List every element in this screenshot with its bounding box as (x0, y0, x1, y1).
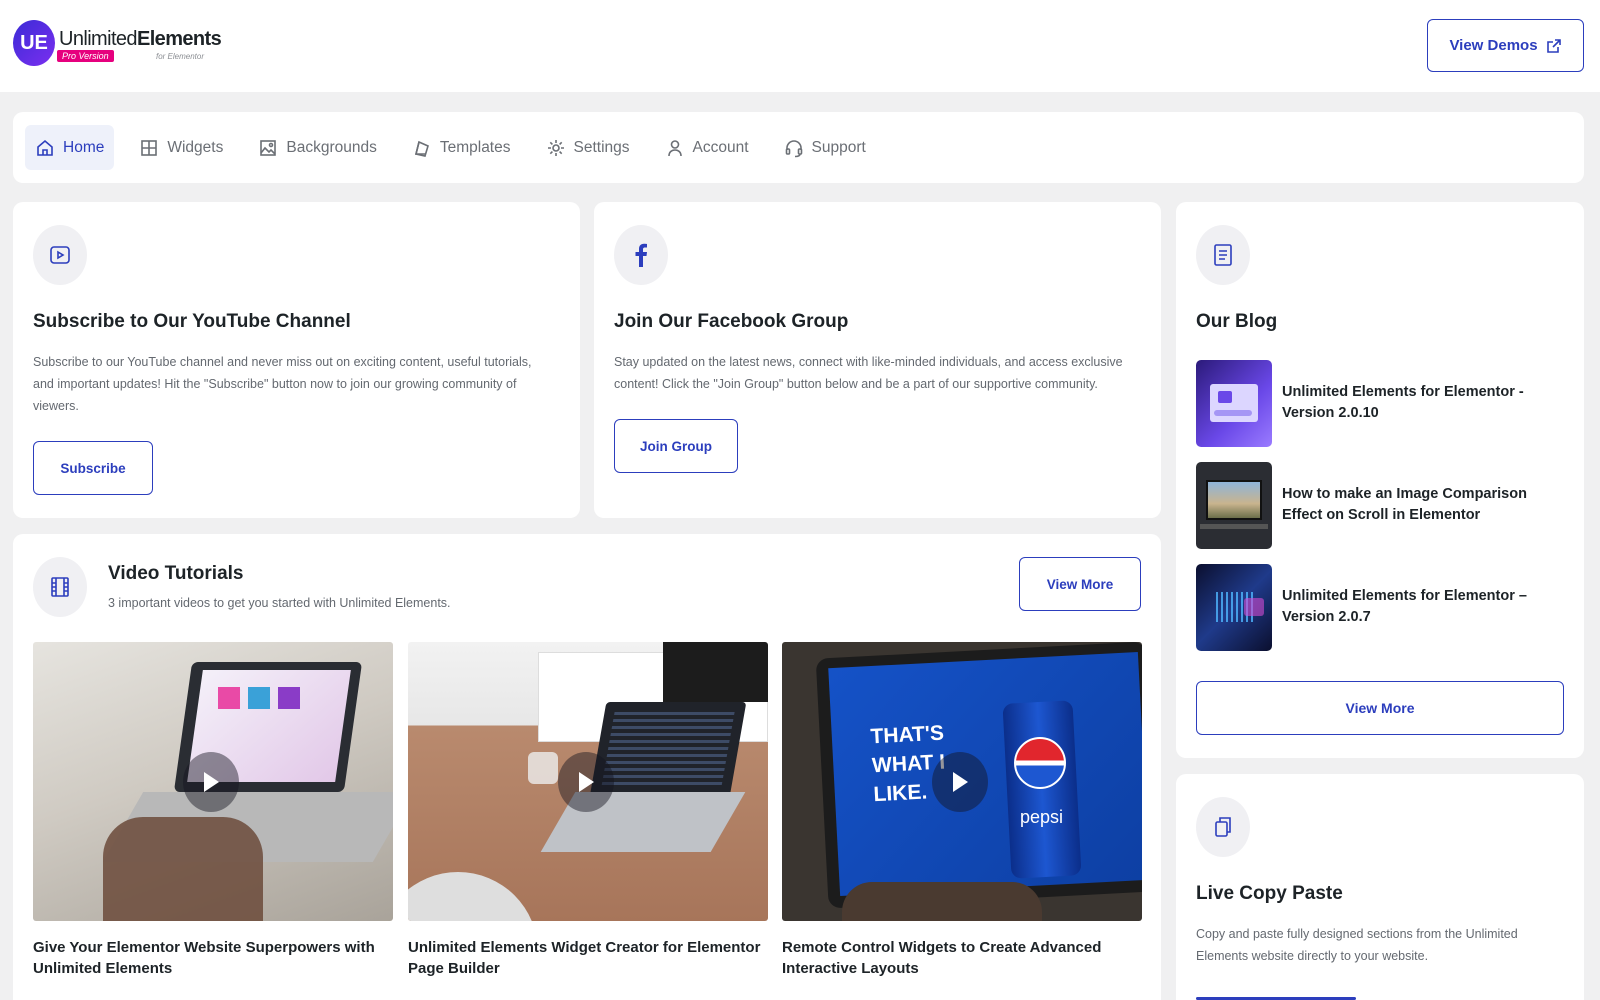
blog-post-thumbnail (1196, 359, 1272, 447)
facebook-description: Stay updated on the latest news, connect… (614, 355, 1123, 391)
video-title: Unlimited Elements Widget Creator for El… (408, 939, 761, 977)
youtube-description: Subscribe to our YouTube channel and nev… (33, 355, 532, 413)
play-icon (204, 772, 219, 792)
tutorials-title: Video Tutorials (108, 563, 244, 584)
play-button[interactable] (183, 752, 239, 812)
video-title: Give Your Elementor Website Superpowers … (33, 939, 375, 977)
blog-card: Our Blog Unlimited Elements for Elemento… (1176, 202, 1584, 758)
logo-mark: UE (13, 20, 55, 66)
blog-post-thumbnail (1196, 461, 1272, 549)
blog-view-more-button[interactable]: View More (1196, 681, 1564, 735)
play-square-icon (50, 246, 70, 264)
play-button[interactable] (558, 752, 614, 812)
video-thumbnail[interactable] (33, 642, 393, 921)
image-icon (260, 139, 277, 156)
film-icon (51, 577, 69, 597)
join-group-button[interactable]: Join Group (614, 419, 738, 473)
copy-icon (1215, 817, 1231, 837)
view-demos-label: View Demos (1449, 37, 1538, 54)
tutorials-subtitle: 3 important videos to get you started wi… (108, 596, 451, 610)
youtube-title: Subscribe to Our YouTube Channel (33, 311, 351, 332)
grid-icon (141, 139, 158, 156)
brand-logo[interactable]: UE UnlimitedElements Pro Version for Ele… (13, 19, 222, 67)
copy-icon-circle (1196, 797, 1250, 857)
user-icon (667, 139, 682, 156)
nav-label-templates: Templates (439, 138, 511, 156)
home-icon (37, 139, 53, 156)
tutorials-icon-circle (33, 557, 87, 617)
nav-label-support: Support (811, 138, 866, 156)
facebook-title: Join Our Facebook Group (614, 311, 849, 332)
facebook-icon (635, 243, 647, 267)
facebook-icon-circle (614, 225, 668, 285)
gear-icon (547, 139, 564, 156)
blog-post[interactable]: How to make an Image Comparison Effect o… (1196, 461, 1566, 549)
copy-paste-title: Live Copy Paste (1196, 883, 1343, 904)
thumb-can-label: pepsi (1020, 807, 1064, 827)
subscribe-button[interactable]: Subscribe (33, 441, 153, 495)
headset-icon (785, 139, 802, 157)
pro-version-badge: Pro Version (57, 50, 114, 62)
play-icon (953, 772, 968, 792)
blog-post[interactable]: Unlimited Elements for Elementor – Versi… (1196, 563, 1566, 651)
nav-item-home[interactable]: Home (25, 125, 115, 170)
nav-item-templates[interactable]: Templates (402, 125, 521, 170)
play-icon (579, 772, 594, 792)
nav-item-widgets[interactable]: Widgets (129, 125, 233, 170)
blog-post[interactable]: Unlimited Elements for Elementor - Versi… (1196, 359, 1566, 447)
youtube-card: Subscribe to Our YouTube Channel Subscri… (13, 202, 580, 518)
document-icon (1214, 244, 1232, 266)
nav-label-home: Home (63, 138, 105, 156)
templates-icon (414, 140, 429, 157)
external-link-icon (1546, 38, 1561, 53)
blog-post-thumbnail (1196, 563, 1272, 651)
youtube-icon-circle (33, 225, 87, 285)
logo-name-bold: Elements (136, 28, 222, 50)
nav-label-widgets: Widgets (167, 138, 224, 156)
blog-post-title: Unlimited Elements for Elementor – Versi… (1282, 588, 1527, 625)
play-button[interactable] (932, 752, 988, 812)
nav-label-backgrounds: Backgrounds (286, 138, 377, 156)
video-thumbnail[interactable]: THAT'S WHAT I LIKE. pepsi (782, 642, 1142, 921)
blog-icon-circle (1196, 225, 1250, 285)
facebook-card: Join Our Facebook Group Stay updated on … (594, 202, 1161, 518)
live-copy-paste-card: Live Copy Paste Copy and paste fully des… (1176, 774, 1584, 1000)
logo-name-thin: Unlimited (59, 28, 138, 50)
video-item[interactable]: Give Your Elementor Website Superpowers … (33, 642, 393, 979)
blog-post-title: How to make an Image Comparison Effect o… (1282, 486, 1527, 523)
nav-item-account[interactable]: Account (655, 125, 759, 170)
copy-paste-description: Copy and paste fully designed sections f… (1196, 927, 1518, 963)
main-nav: Home Widgets Backgrounds Templates Setti… (13, 112, 1584, 183)
top-bar: UE UnlimitedElements Pro Version for Ele… (0, 0, 1600, 92)
nav-item-support[interactable]: Support (774, 125, 876, 170)
video-title: Remote Control Widgets to Create Advance… (782, 939, 1102, 977)
logo-tagline: for Elementor (156, 52, 205, 61)
nav-item-backgrounds[interactable]: Backgrounds (248, 125, 386, 170)
nav-item-settings[interactable]: Settings (536, 125, 640, 170)
nav-label-account: Account (692, 138, 749, 156)
view-demos-button[interactable]: View Demos (1427, 19, 1584, 72)
tutorials-view-more-button[interactable]: View More (1019, 557, 1141, 611)
blog-title: Our Blog (1196, 311, 1278, 332)
blog-post-title: Unlimited Elements for Elementor - Versi… (1282, 384, 1524, 421)
video-thumbnail[interactable] (408, 642, 768, 921)
nav-label-settings: Settings (573, 138, 630, 156)
video-item[interactable]: THAT'S WHAT I LIKE. pepsi Remote Control… (782, 642, 1142, 979)
video-item[interactable]: Unlimited Elements Widget Creator for El… (408, 642, 768, 979)
